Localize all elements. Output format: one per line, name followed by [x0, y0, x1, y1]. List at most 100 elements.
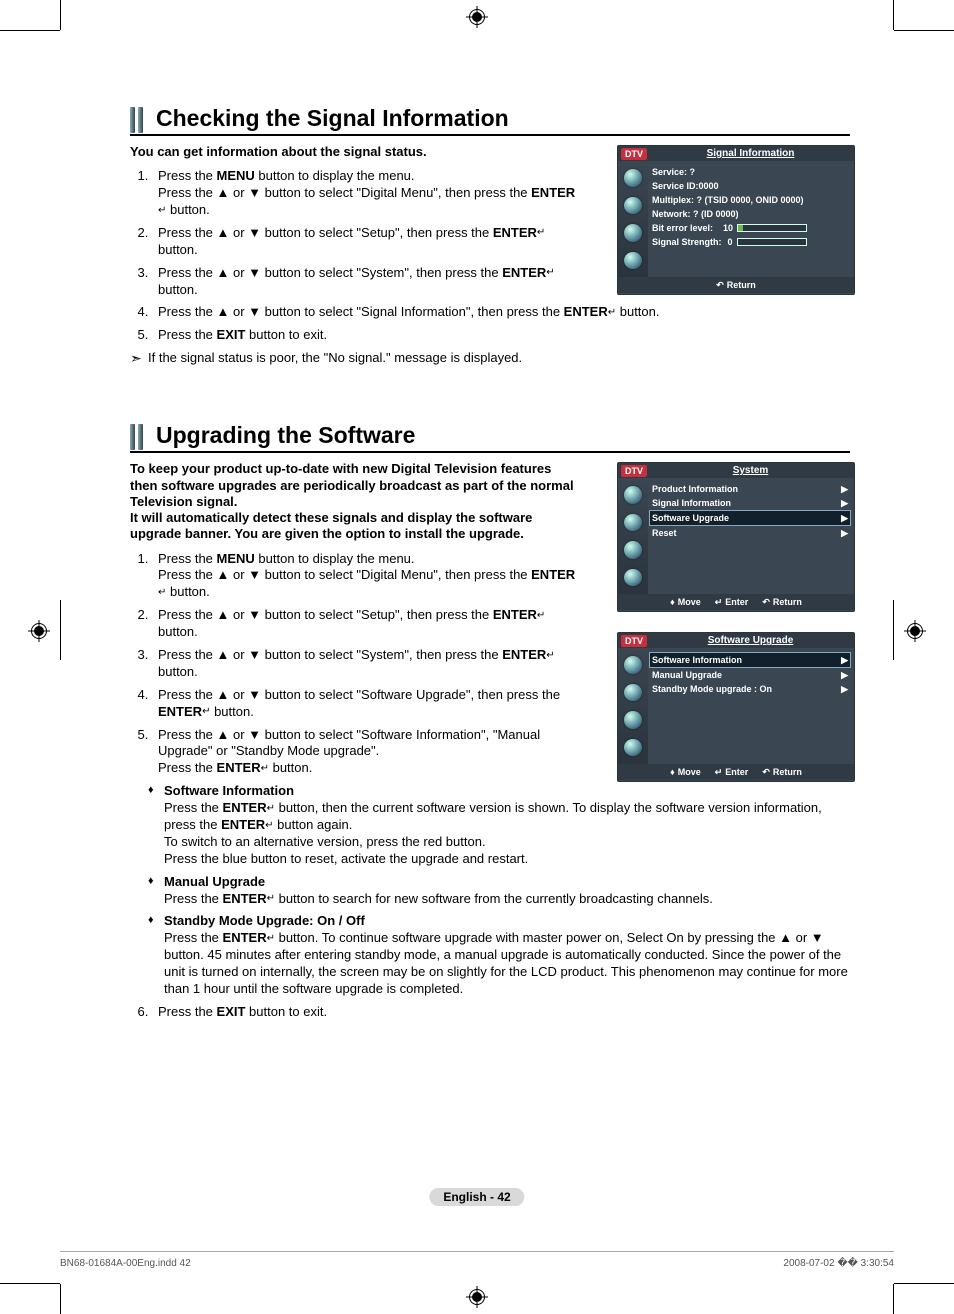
section-signal-information: Checking the Signal Information You can … [130, 105, 850, 367]
step-2: Press the ▲ or ▼ button to select "Setup… [152, 607, 580, 641]
enter-icon: ↵ [715, 767, 723, 778]
sub-manual-upgrade: Manual Upgrade Press the ENTER↵ button t… [152, 874, 850, 908]
crop-mark [893, 0, 894, 30]
osd-side-icon [624, 169, 642, 187]
osd-return-button[interactable]: ↶Return [762, 597, 802, 608]
menu-item[interactable]: Manual Upgrade▶ [652, 668, 848, 682]
osd-line: Service ID:0000 [652, 181, 719, 191]
osd-side-icon [624, 711, 642, 729]
content-area: Checking the Signal Information You can … [130, 105, 850, 1071]
osd-return-button[interactable]: ↶Return [716, 280, 756, 291]
enter-icon: ↵ [267, 934, 275, 944]
osd-line: Bit error level: [652, 223, 713, 233]
crop-mark [60, 0, 61, 30]
note: ➣ If the signal status is poor, the "No … [130, 350, 850, 367]
section-upgrading-software: Upgrading the Software To keep your prod… [130, 422, 850, 1021]
note-text: If the signal status is poor, the "No si… [148, 350, 522, 365]
intro-text: You can get information about the signal… [130, 144, 580, 160]
crop-mark [60, 600, 61, 660]
menu-item[interactable]: Product Information▶ [652, 482, 848, 496]
osd-side-icon [624, 684, 642, 702]
osd-system: DTV System Product Information▶ Signal I… [617, 462, 855, 612]
enter-icon: ↵ [267, 804, 275, 814]
osd-move-button[interactable]: ♦Move [670, 767, 701, 777]
menu-item-selected[interactable]: Software Upgrade▶ [650, 511, 850, 525]
osd-title: System [647, 465, 854, 476]
chevron-right-icon: ▶ [841, 484, 848, 495]
section-heading: Checking the Signal Information [156, 105, 509, 132]
crop-mark [893, 600, 894, 660]
step-3: Press the ▲ or ▼ button to select "Syste… [152, 265, 580, 299]
menu-item[interactable]: Signal Information▶ [652, 496, 848, 510]
enter-icon: ↵ [537, 228, 545, 238]
dtv-badge: DTV [621, 148, 647, 160]
registration-mark-icon [904, 620, 926, 642]
enter-icon: ↵ [608, 308, 616, 318]
crop-mark [894, 1283, 954, 1284]
osd-side-icon [624, 739, 642, 757]
menu-item[interactable]: Reset▶ [652, 526, 848, 540]
registration-mark-icon [28, 620, 50, 642]
signal-strength-bar [737, 238, 807, 246]
page-number-badge: English - 42 [429, 1188, 524, 1206]
step-6: Press the EXIT button to exit. [152, 1004, 850, 1021]
osd-side-icon [624, 486, 642, 504]
step-2: Press the ▲ or ▼ button to select "Setup… [152, 225, 580, 259]
step-list: Press the MENU button to display the men… [130, 551, 580, 778]
enter-icon: ↵ [715, 597, 723, 608]
osd-side-icon [624, 656, 642, 674]
step-list-cont: Press the ▲ or ▼ button to select "Signa… [130, 304, 850, 344]
osd-title: Signal Information [647, 148, 854, 159]
enter-icon: ↵ [267, 894, 275, 904]
osd-title: Software Upgrade [647, 635, 854, 646]
footer-timestamp: 2008-07-02 �� 3:30:54 [783, 1258, 894, 1269]
crop-mark [0, 30, 60, 31]
registration-mark-icon [466, 1286, 488, 1308]
dtv-badge: DTV [621, 635, 647, 647]
osd-return-button[interactable]: ↶Return [762, 767, 802, 778]
menu-item[interactable]: Standby Mode upgrade : On▶ [652, 682, 848, 696]
osd-enter-button[interactable]: ↵Enter [715, 597, 749, 608]
step-4: Press the ▲ or ▼ button to select "Signa… [152, 304, 850, 321]
heading-bars-icon [130, 424, 146, 450]
chevron-right-icon: ▶ [841, 655, 848, 666]
osd-line: Service: ? [652, 167, 695, 177]
heading-bars-icon [130, 107, 146, 133]
chevron-right-icon: ▶ [841, 498, 848, 509]
bit-error-value: 10 [723, 223, 733, 233]
print-footer: BN68-01684A-00Eng.indd 42 2008-07-02 �� … [60, 1251, 894, 1272]
return-icon: ↶ [762, 767, 770, 778]
menu-item-selected[interactable]: Software Information▶ [650, 653, 850, 667]
footer-filename: BN68-01684A-00Eng.indd 42 [60, 1258, 191, 1269]
osd-side-icon [624, 224, 642, 242]
osd-side-icon [624, 197, 642, 215]
crop-mark [893, 1284, 894, 1314]
signal-strength-value: 0 [728, 237, 733, 247]
enter-icon: ↵ [546, 268, 554, 278]
dtv-badge: DTV [621, 465, 647, 477]
osd-move-button[interactable]: ♦Move [670, 597, 701, 607]
osd-signal-information: DTV Signal Information Service: ? Servic… [617, 145, 855, 295]
crop-mark [60, 1284, 61, 1314]
osd-line: Network: ? (ID 0000) [652, 209, 739, 219]
intro-text: To keep your product up-to-date with new… [130, 461, 580, 542]
enter-icon: ↵ [265, 821, 273, 831]
chevron-right-icon: ▶ [841, 684, 848, 695]
osd-side-icon [624, 514, 642, 532]
sub-standby-mode: Standby Mode Upgrade: On / Off Press the… [152, 913, 850, 997]
sub-list: Software Information Press the ENTER↵ bu… [130, 783, 850, 998]
step-5: Press the ▲ or ▼ button to select "Softw… [152, 727, 580, 778]
step-5: Press the EXIT button to exit. [152, 327, 850, 344]
osd-side-icon [624, 252, 642, 270]
osd-enter-button[interactable]: ↵Enter [715, 767, 749, 778]
enter-icon: ↵ [261, 764, 269, 774]
chevron-right-icon: ▶ [841, 513, 848, 524]
osd-line: Signal Strength: [652, 237, 722, 247]
step-3: Press the ▲ or ▼ button to select "Syste… [152, 647, 580, 681]
enter-icon: ↵ [537, 611, 545, 621]
bit-error-bar [737, 224, 807, 232]
chevron-right-icon: ▶ [841, 670, 848, 681]
crop-mark [0, 1283, 60, 1284]
osd-side-icon [624, 569, 642, 587]
registration-mark-icon [466, 6, 488, 28]
